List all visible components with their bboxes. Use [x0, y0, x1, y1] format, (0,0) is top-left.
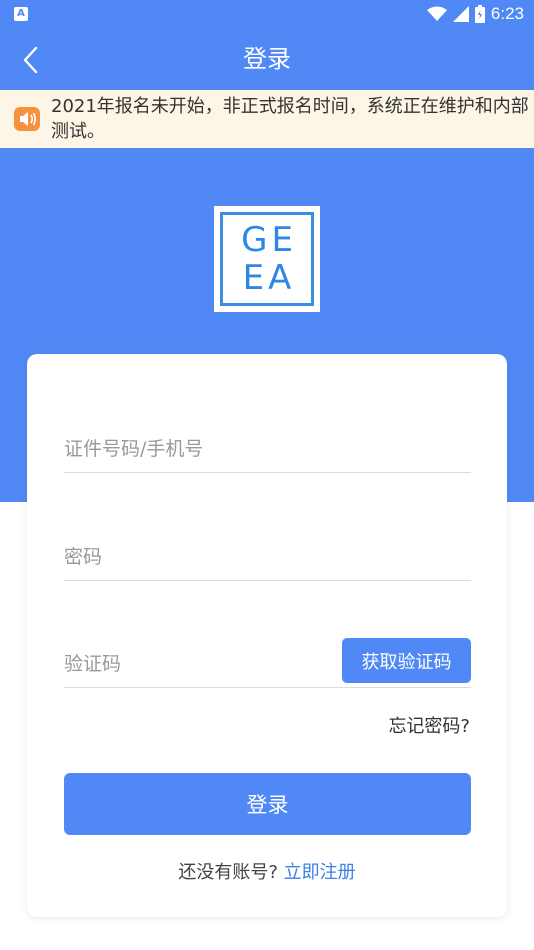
notice-banner: 2021年报名未开始，非正式报名时间，系统正在维护和内部测试。	[0, 90, 534, 148]
login-card: 获取验证码 忘记密码? 登录 还没有账号? 立即注册	[27, 354, 507, 917]
login-button[interactable]: 登录	[64, 773, 471, 835]
notification-icon: A	[14, 7, 28, 21]
register-link[interactable]: 立即注册	[284, 862, 356, 883]
wifi-icon	[426, 6, 447, 21]
logo-letter: E	[271, 220, 293, 260]
battery-icon	[474, 5, 485, 23]
notice-text: 2021年报名未开始，非正式报名时间，系统正在维护和内部测试。	[51, 96, 529, 142]
status-time: 6:23	[490, 4, 524, 23]
code-input[interactable]	[64, 642, 334, 686]
register-prompt: 还没有账号?	[178, 862, 278, 883]
logo: G E E A	[214, 206, 320, 312]
logo-letter: G	[241, 220, 268, 260]
page-title: 登录	[243, 45, 291, 73]
forgot-password-link[interactable]: 忘记密码?	[388, 712, 470, 738]
logo-letter: E	[242, 258, 265, 298]
status-bar: A 6:23	[0, 0, 534, 28]
code-field: 获取验证码	[64, 638, 471, 688]
get-code-button[interactable]: 获取验证码	[342, 638, 471, 683]
speaker-icon	[14, 107, 40, 131]
signal-icon	[452, 6, 469, 22]
register-row: 还没有账号? 立即注册	[27, 858, 507, 884]
logo-mark: G E E A	[220, 212, 314, 306]
password-input[interactable]	[64, 535, 471, 579]
logo-letter: A	[268, 258, 292, 298]
id-field	[64, 427, 471, 473]
status-icons: 6:23	[426, 3, 524, 25]
password-field	[64, 535, 471, 581]
nav-bar: 登录	[0, 28, 534, 90]
id-input[interactable]	[64, 427, 471, 471]
